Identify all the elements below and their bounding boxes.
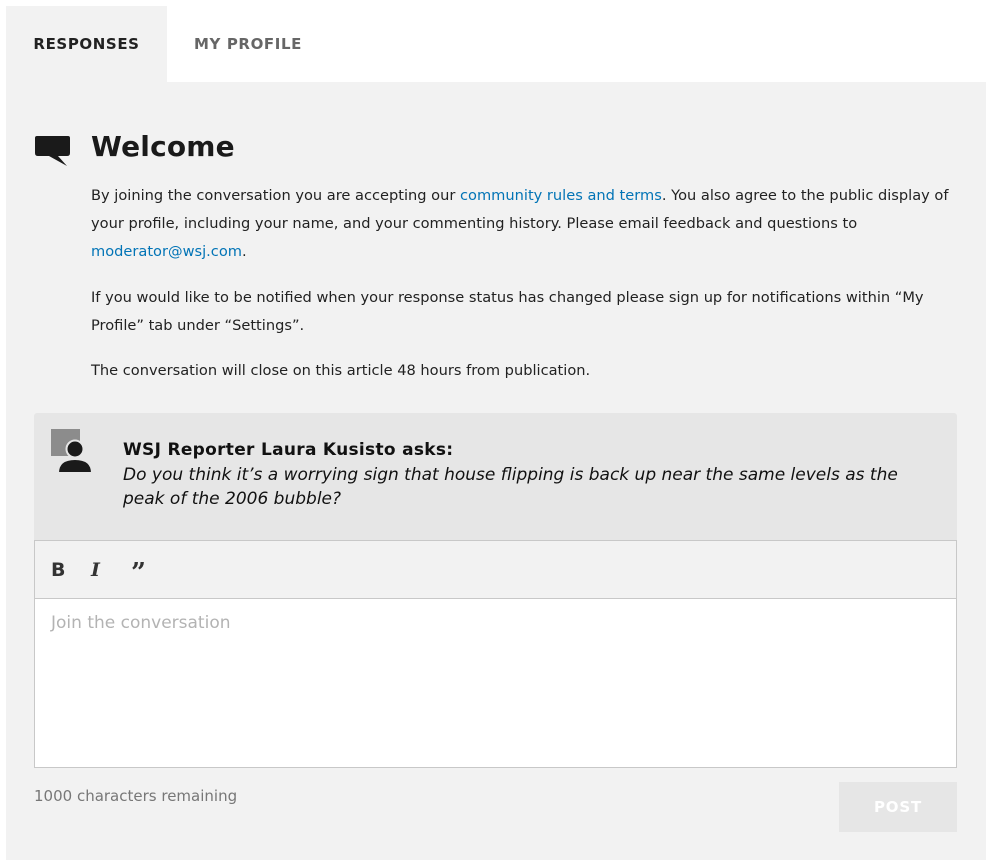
italic-button[interactable]: I <box>91 555 131 585</box>
terms-text-end: . <box>241 243 247 260</box>
conversation-panel: Welcome By joining the conversation you … <box>6 82 986 860</box>
welcome-title: Welcome <box>91 130 235 163</box>
speech-bubble-icon <box>35 136 70 166</box>
comment-editor: B I ” <box>34 540 957 768</box>
tab-bar: RESPONSES MY PROFILE <box>6 6 986 82</box>
terms-text-start: By joining the conversation you are acce… <box>91 187 460 204</box>
bold-button[interactable]: B <box>51 555 91 585</box>
characters-remaining: 1000 characters remaining <box>34 787 238 805</box>
question-author-heading: WSJ Reporter Laura Kusisto asks: <box>123 440 454 460</box>
reporter-question-card: WSJ Reporter Laura Kusisto asks: Do you … <box>34 413 957 540</box>
editor-toolbar: B I ” <box>35 541 956 599</box>
welcome-terms-paragraph: By joining the conversation you are acce… <box>91 182 961 266</box>
quote-button[interactable]: ” <box>131 558 171 588</box>
notifications-paragraph: If you would like to be notified when yo… <box>91 289 924 334</box>
closing-paragraph: The conversation will close on this arti… <box>91 362 591 379</box>
reporter-avatar-icon <box>51 429 93 474</box>
tab-responses[interactable]: RESPONSES <box>6 6 167 82</box>
moderator-email-link[interactable]: moderator@wsj.com <box>91 243 242 260</box>
tab-my-profile[interactable]: MY PROFILE <box>167 6 329 82</box>
question-text: Do you think it’s a worrying sign that h… <box>123 465 898 509</box>
comment-input[interactable] <box>35 599 956 767</box>
post-button[interactable]: POST <box>839 782 957 832</box>
community-rules-link[interactable]: community rules and terms <box>460 187 662 204</box>
